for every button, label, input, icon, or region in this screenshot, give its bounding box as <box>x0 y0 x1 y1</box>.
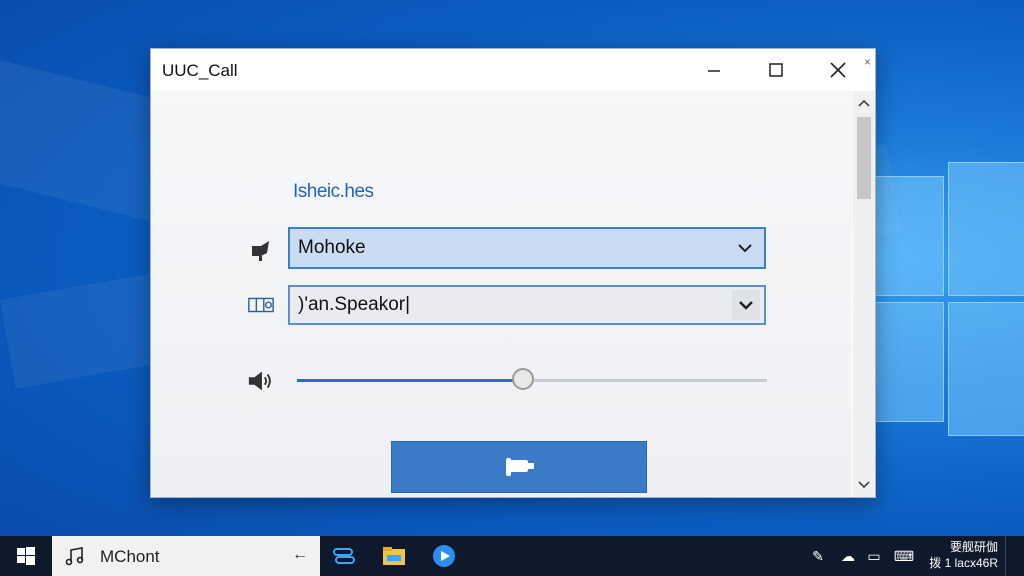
scroll-up-icon[interactable] <box>853 93 875 113</box>
microphone-icon <box>247 237 275 265</box>
vertical-scrollbar[interactable] <box>853 91 875 497</box>
app-window: UUC_Call × Isheic.hes Mohoke)'an.Speako… <box>150 48 876 498</box>
minimize-icon <box>708 70 720 72</box>
speaker-selected-value: )'an.Speakor| <box>298 294 411 315</box>
volume-icon <box>247 367 275 395</box>
close-icon <box>830 62 846 78</box>
scroll-down-icon[interactable] <box>853 475 875 495</box>
file-explorer-icon[interactable] <box>370 536 418 576</box>
volume-slider[interactable] <box>297 368 767 390</box>
call-button[interactable] <box>391 441 647 493</box>
small-close-icon[interactable]: × <box>864 55 871 69</box>
windows-start-icon <box>17 547 35 565</box>
media-player-icon[interactable] <box>420 536 468 576</box>
language-icon[interactable]: ⌨ <box>894 546 914 566</box>
speaker-device-icon <box>247 291 275 319</box>
taskbar-search-text: MChont <box>100 547 160 566</box>
title-bar[interactable]: UUC_Call × <box>151 49 875 91</box>
pin-icon[interactable]: ✎ <box>808 546 828 566</box>
show-desktop-button[interactable] <box>1005 536 1024 576</box>
minimize-button[interactable] <box>687 49 741 91</box>
volume-slider-thumb[interactable] <box>511 368 534 390</box>
content-area: Isheic.hes Mohoke )'an.Speakor| <box>151 91 851 497</box>
close-button[interactable] <box>811 49 865 91</box>
clock-date: 拨 1 lacx46R <box>929 556 998 570</box>
chevron-down-icon[interactable] <box>734 237 756 259</box>
speaker-select[interactable]: )'an.Speakor| <box>288 285 766 325</box>
window-title: UUC_Call <box>162 61 238 80</box>
taskbar-search-box[interactable]: MChont ← <box>52 536 320 576</box>
maximize-button[interactable] <box>749 49 803 91</box>
music-note-icon <box>64 546 86 571</box>
volume-slider-fill <box>297 379 523 382</box>
task-view-icon[interactable] <box>320 536 368 576</box>
network-icon[interactable]: ▭ <box>864 546 884 566</box>
maximize-icon <box>769 63 783 77</box>
taskbar: MChont ← ✎ ☁ ▭ ⌨ 要舰研伽 拨 1 lacx46R <box>0 536 1024 576</box>
phone-call-icon <box>506 458 534 476</box>
cloud-icon[interactable]: ☁ <box>838 546 858 566</box>
start-button[interactable] <box>0 536 52 576</box>
chevron-down-icon[interactable] <box>732 290 760 320</box>
settings-link[interactable]: Isheic.hes <box>293 181 374 203</box>
microphone-selected-value: Mohoke <box>298 237 366 258</box>
windows-logo-wallpaper <box>872 162 1024 436</box>
system-clock[interactable]: 要舰研伽 拨 1 lacx46R <box>929 539 998 571</box>
scrollbar-thumb[interactable] <box>857 117 871 199</box>
clock-time: 要舰研伽 <box>949 540 998 554</box>
microphone-select[interactable]: Mohoke <box>288 227 766 269</box>
arrow-left-icon[interactable]: ← <box>292 546 308 564</box>
